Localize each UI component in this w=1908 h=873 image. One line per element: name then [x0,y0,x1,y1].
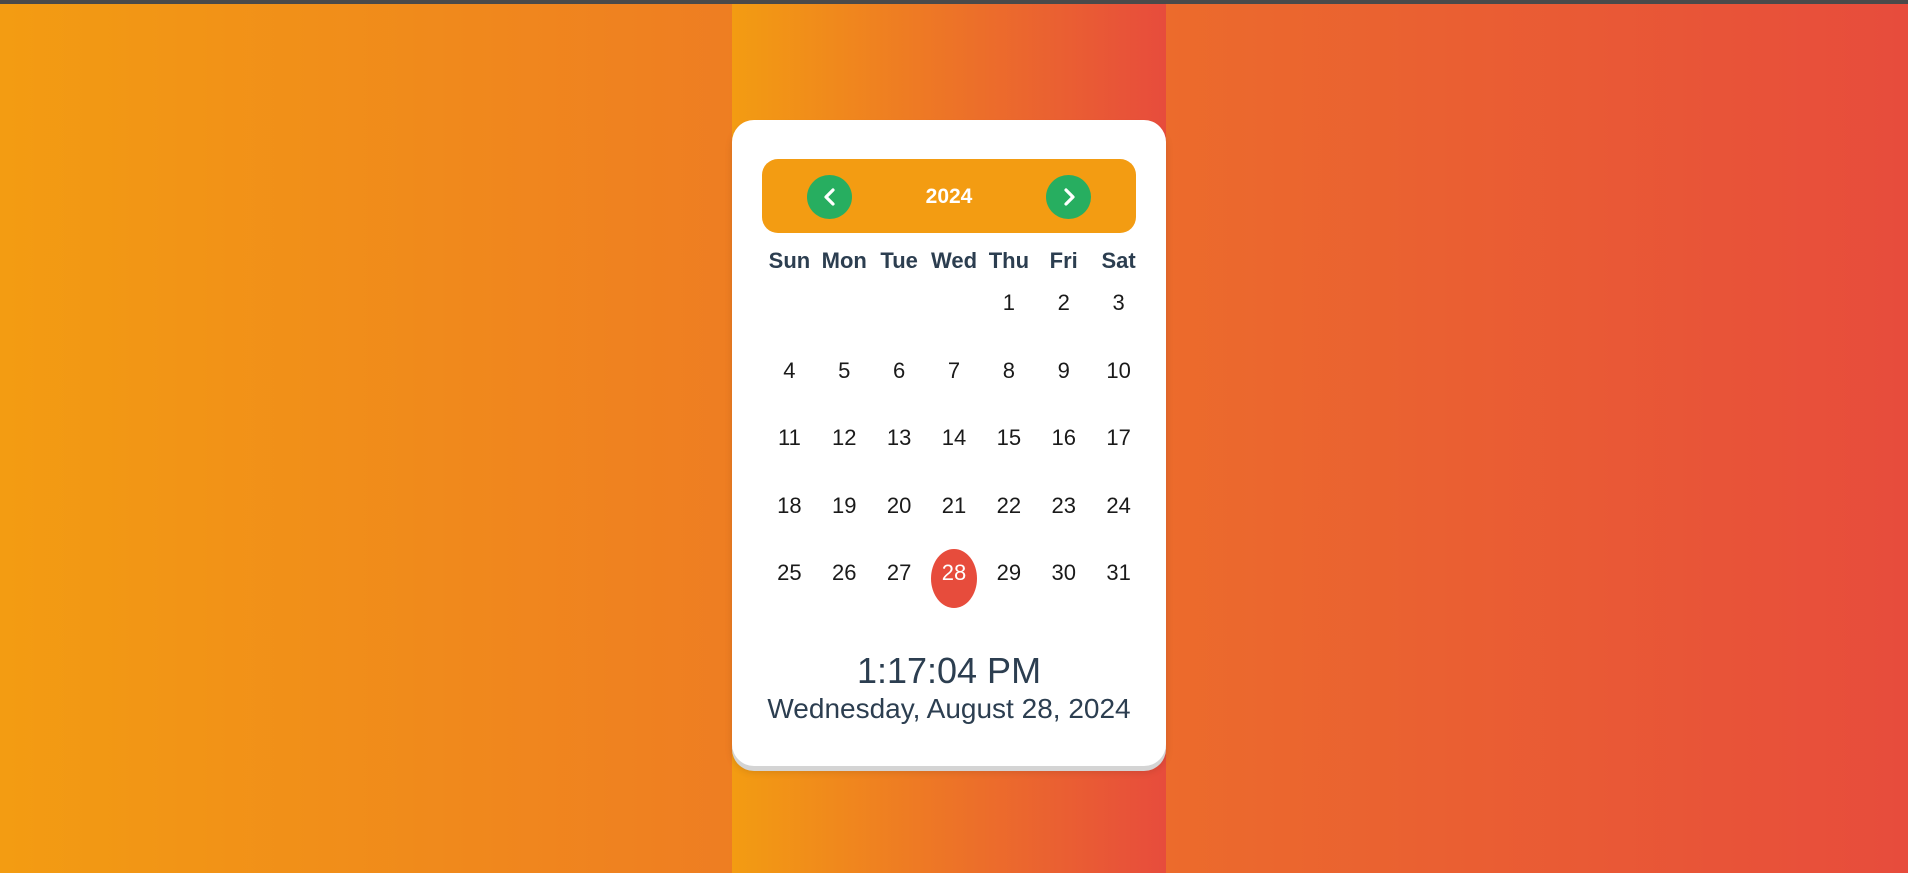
day-number: 30 [1051,560,1076,585]
calendar-days-grid: 1 2 3 4 5 6 7 8 9 10 11 12 13 14 15 16 17 18 19 20 21 22 23 24 2… [762,284,1146,622]
weekday-wed: Wed [930,248,978,273]
day-number: 19 [832,492,857,518]
day-cell[interactable]: 5 [817,352,872,420]
day-number: 28 [941,560,967,585]
day-number: 3 [1112,290,1125,315]
day-cell[interactable]: 22 [981,487,1036,555]
day-number: 8 [1002,357,1015,383]
day-number: 6 [893,357,906,383]
day-cell[interactable]: 30 [1036,554,1091,622]
day-number: 18 [777,492,802,518]
day-cell[interactable]: 11 [762,419,817,487]
calendar-card: 2024 Sun Mon Tue Wed Thu Fri Sat 1234567… [732,120,1166,766]
empty-day-cell [872,284,927,352]
next-year-button[interactable] [1046,175,1091,219]
weekday-tue: Tue [880,248,918,273]
day-cell[interactable]: 25 [762,554,817,622]
day-number: 10 [1106,357,1131,383]
day-cell[interactable]: 19 [817,487,872,555]
day-cell[interactable]: 4 [762,352,817,420]
day-cell[interactable]: 27 [872,554,927,622]
day-cell[interactable]: 8 [981,352,1036,420]
day-cell[interactable]: 12 [817,419,872,487]
day-number: 25 [777,560,802,585]
day-number: 27 [886,560,912,585]
day-cell[interactable]: 3 [1091,284,1146,352]
day-number: 15 [996,425,1022,450]
day-cell[interactable]: 29 [981,554,1036,622]
day-number: 12 [832,425,857,450]
day-cell[interactable]: 31 [1091,554,1146,622]
day-cell[interactable]: 15 [981,419,1036,487]
weekday-fri: Fri [1049,248,1078,273]
day-number: 5 [838,357,851,383]
day-cell[interactable]: 23 [1036,487,1091,555]
weekday-sun: Sun [768,248,811,273]
day-number: 21 [941,492,967,518]
chevron-right-icon [1063,188,1075,206]
day-number: 14 [941,425,967,450]
calendar-header: 2024 [762,159,1136,233]
day-cell-today[interactable]: 28 [927,549,982,622]
day-number: 31 [1106,560,1131,585]
day-cell[interactable]: 10 [1091,352,1146,420]
day-cell[interactable]: 9 [1036,352,1091,420]
day-cell[interactable]: 16 [1036,419,1091,487]
day-number: 13 [886,425,912,450]
empty-day-cell [817,284,872,352]
clock-time: 1:17:04 PM [856,650,1042,691]
empty-day-cell [762,284,817,352]
day-cell[interactable]: 1 [981,284,1036,352]
day-cell[interactable]: 24 [1091,487,1146,555]
weekday-mon: Mon [821,248,867,273]
day-cell[interactable]: 2 [1036,284,1091,352]
day-cell[interactable]: 17 [1091,419,1146,487]
day-cell[interactable]: 26 [817,554,872,622]
day-cell[interactable]: 13 [872,419,927,487]
day-cell[interactable]: 6 [872,352,927,420]
day-cell[interactable]: 20 [872,487,927,555]
day-number: 24 [1106,492,1131,518]
day-number: 1 [1002,290,1015,315]
day-number: 20 [886,492,912,518]
clock-date: Wednesday, August 28, 2024 [767,693,1131,724]
day-number: 4 [783,357,796,383]
day-number: 9 [1057,357,1070,383]
day-cell[interactable]: 18 [762,487,817,555]
day-number: 26 [832,560,857,585]
weekday-sat: Sat [1101,248,1136,273]
day-number: 29 [996,560,1022,585]
day-cell[interactable]: 21 [927,487,982,555]
weekday-thu: Thu [988,248,1030,273]
day-cell[interactable]: 14 [927,419,982,487]
day-cell[interactable]: 7 [927,352,982,420]
day-number: 2 [1057,290,1070,315]
empty-day-cell [927,284,982,352]
day-number: 22 [996,492,1022,518]
day-number: 11 [778,425,801,450]
day-number: 7 [947,357,961,383]
weekday-header-row: Sun Mon Tue Wed Thu Fri Sat [762,248,1146,278]
day-number: 16 [1051,425,1076,450]
day-number: 23 [1051,492,1076,518]
day-number: 17 [1106,425,1131,450]
